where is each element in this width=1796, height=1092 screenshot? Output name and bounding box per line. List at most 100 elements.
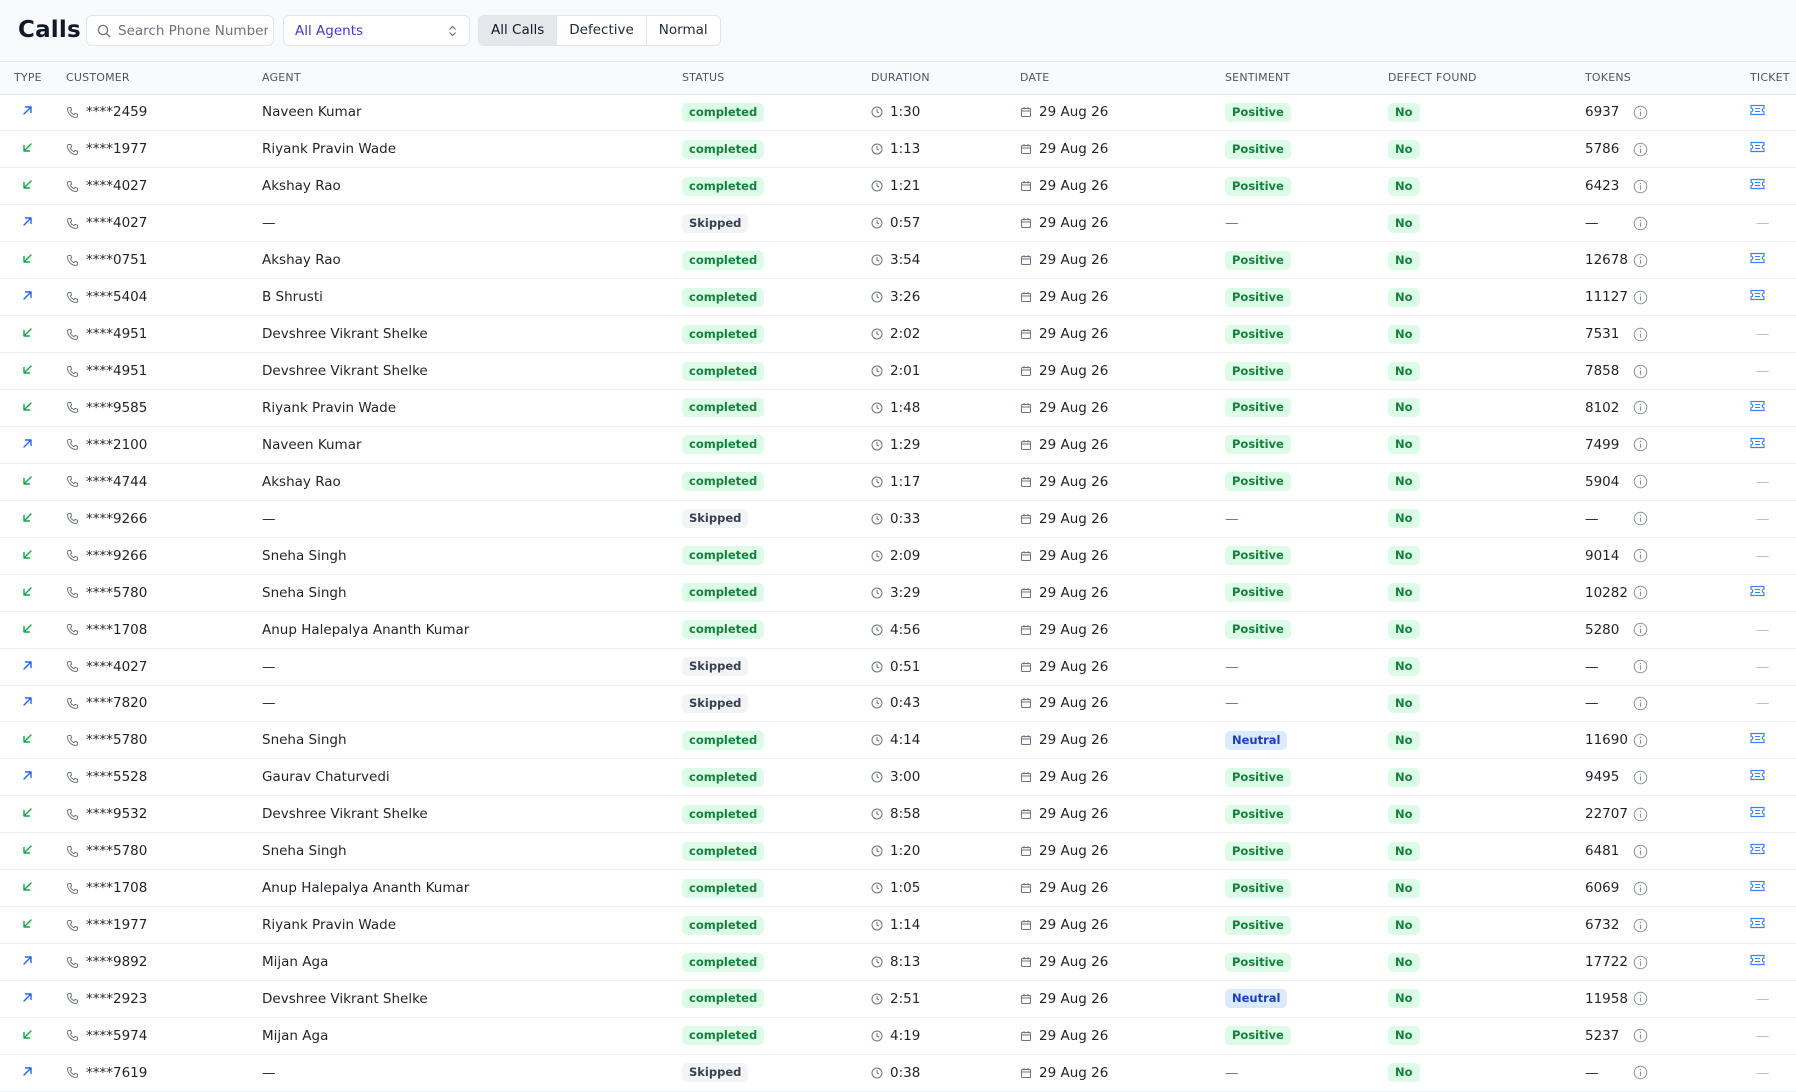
col-defect-found[interactable]: Defect Found [1388,62,1585,95]
ticket-icon[interactable] [1750,917,1765,929]
status-cell: Skipped [682,1054,871,1092]
table-row[interactable]: ****1708 Anup Halepalya Ananth Kumar com… [0,869,1796,908]
table-row[interactable]: ****0751 Akshay Rao completed 3:54 29 Au… [0,241,1796,280]
ticket-icon[interactable] [1750,954,1765,966]
duration-cell: 3:00 [871,758,1020,797]
filter-defective[interactable]: Defective [557,16,647,45]
status-cell: completed [682,943,871,981]
info-icon[interactable] [1633,327,1648,342]
ticket-cell [1750,426,1796,464]
table-row[interactable]: ****9266 Sneha Singh completed 2:09 29 A… [0,537,1796,575]
info-icon[interactable] [1633,733,1648,748]
info-icon[interactable] [1633,918,1648,933]
ticket-icon[interactable] [1750,141,1765,153]
ticket-icon[interactable] [1750,252,1765,264]
col-tokens[interactable]: Tokens [1585,62,1750,95]
table-row[interactable]: ****4027 — Skipped 0:57 29 Aug 26 — No —… [0,204,1796,243]
info-icon[interactable] [1633,881,1648,896]
filter-all-calls[interactable]: All Calls [479,16,558,45]
table-row[interactable]: ****1977 Riyank Pravin Wade completed 1:… [0,906,1796,945]
table-row[interactable]: ****5780 Sneha Singh completed 3:29 29 A… [0,574,1796,612]
info-icon[interactable] [1633,364,1648,379]
tokens-cell: 5280 [1585,611,1750,649]
col-status[interactable]: Status [682,62,871,95]
defect-cell: No [1388,721,1585,760]
col-ticket[interactable]: Ticket [1750,62,1796,95]
info-icon[interactable] [1633,511,1648,526]
info-icon[interactable] [1633,1065,1648,1080]
search-box[interactable] [86,15,274,46]
info-icon[interactable] [1633,400,1648,415]
info-icon[interactable] [1633,807,1648,822]
col-sentiment[interactable]: Sentiment [1225,62,1388,95]
table-row[interactable]: ****5780 Sneha Singh completed 1:20 29 A… [0,832,1796,871]
ticket-icon[interactable] [1750,880,1765,892]
info-icon[interactable] [1633,696,1648,711]
ticket-icon[interactable] [1750,806,1765,818]
table-row[interactable]: ****4951 Devshree Vikrant Shelke complet… [0,352,1796,390]
ticket-icon[interactable] [1750,104,1765,116]
ticket-icon[interactable] [1750,585,1765,597]
table-row[interactable]: ****9532 Devshree Vikrant Shelke complet… [0,795,1796,834]
col-agent[interactable]: Agent [262,62,682,95]
info-icon[interactable] [1633,179,1648,194]
tokens-value: 9495 [1585,769,1620,786]
info-icon[interactable] [1633,548,1648,563]
info-icon[interactable] [1633,955,1648,970]
info-icon[interactable] [1633,991,1648,1006]
agent-select[interactable]: All Agents [283,15,470,46]
table-row[interactable]: ****2923 Devshree Vikrant Shelke complet… [0,980,1796,1018]
ticket-icon[interactable] [1750,289,1765,301]
filter-normal[interactable]: Normal [647,16,720,45]
info-icon[interactable] [1633,844,1648,859]
info-icon[interactable] [1633,142,1648,157]
table-row[interactable]: ****5528 Gaurav Chaturvedi completed 3:0… [0,758,1796,797]
table-row[interactable]: ****5780 Sneha Singh completed 4:14 29 A… [0,721,1796,760]
agent-cell: Sneha Singh [262,832,682,871]
table-row[interactable]: ****4951 Devshree Vikrant Shelke complet… [0,315,1796,354]
table-row[interactable]: ****7619 — Skipped 0:38 29 Aug 26 — No —… [0,1054,1796,1092]
duration-value: 1:21 [890,178,921,195]
ticket-icon[interactable] [1750,843,1765,855]
info-icon[interactable] [1633,770,1648,785]
info-icon[interactable] [1633,659,1648,674]
ticket-icon[interactable] [1750,400,1765,412]
col-type[interactable]: Type [0,62,62,95]
date-value: 29 Aug 26 [1039,806,1109,823]
col-duration[interactable]: Duration [871,62,1020,95]
table-row[interactable]: ****4027 Akshay Rao completed 1:21 29 Au… [0,167,1796,206]
table-row[interactable]: ****7820 — Skipped 0:43 29 Aug 26 — No —… [0,685,1796,723]
table-row[interactable]: ****2459 Naveen Kumar completed 1:30 29 … [0,94,1796,132]
table-row[interactable]: ****1708 Anup Halepalya Ananth Kumar com… [0,611,1796,649]
info-icon[interactable] [1633,474,1648,489]
date-cell: 29 Aug 26 [1020,463,1225,501]
table-row[interactable]: ****5404 B Shrusti completed 3:26 29 Aug… [0,278,1796,317]
search-input[interactable] [118,21,268,41]
ticket-icon[interactable] [1750,437,1765,449]
table-row[interactable]: ****9266 — Skipped 0:33 29 Aug 26 — No —… [0,500,1796,538]
date-value: 29 Aug 26 [1039,732,1109,749]
table-row[interactable]: ****4744 Akshay Rao completed 1:17 29 Au… [0,463,1796,501]
info-icon[interactable] [1633,290,1648,305]
table-row[interactable]: ****9892 Mijan Aga completed 8:13 29 Aug… [0,943,1796,981]
table-row[interactable]: ****2100 Naveen Kumar completed 1:29 29 … [0,426,1796,464]
info-icon[interactable] [1633,585,1648,600]
calendar-icon [1021,144,1031,155]
table-row[interactable]: ****1977 Riyank Pravin Wade completed 1:… [0,130,1796,169]
agent-name: Riyank Pravin Wade [262,917,397,934]
table-row[interactable]: ****9585 Riyank Pravin Wade completed 1:… [0,389,1796,427]
ticket-icon[interactable] [1750,769,1765,781]
ticket-icon[interactable] [1750,732,1765,744]
col-date[interactable]: Date [1020,62,1225,95]
info-icon[interactable] [1633,622,1648,637]
info-icon[interactable] [1633,437,1648,452]
info-icon[interactable] [1633,216,1648,231]
info-icon[interactable] [1633,253,1648,268]
info-icon[interactable] [1633,1028,1648,1043]
ticket-icon[interactable] [1750,178,1765,190]
info-icon[interactable] [1633,105,1648,120]
col-customer[interactable]: Customer [62,62,262,95]
table-row[interactable]: ****4027 — Skipped 0:51 29 Aug 26 — No —… [0,648,1796,686]
calendar-icon [1021,587,1031,598]
table-row[interactable]: ****5974 Mijan Aga completed 4:19 29 Aug… [0,1017,1796,1055]
